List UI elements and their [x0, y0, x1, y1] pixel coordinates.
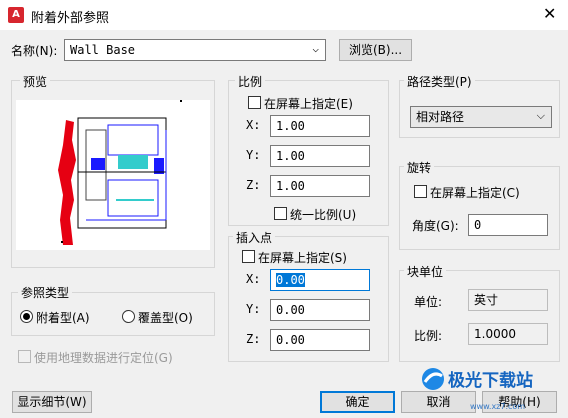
attach-radio[interactable] [20, 310, 33, 323]
drawing-preview-image [58, 100, 182, 245]
uniform-scale-label: 统一比例(U) [290, 208, 357, 222]
scale-label: 比例 [235, 73, 266, 90]
chevron-down-icon[interactable]: ⌵ [312, 42, 319, 56]
browse-button[interactable]: 浏览(B)... [339, 39, 412, 61]
rotation-label: 旋转 [404, 159, 435, 176]
scale-z-label: Z: [246, 178, 261, 192]
insertion-y-label: Y: [246, 302, 261, 316]
show-details-button[interactable]: 显示细节(W) [12, 391, 92, 413]
geo-location-checkbox[interactable] [18, 350, 31, 363]
unit-label: 单位: [414, 295, 443, 309]
overlay-radio[interactable] [122, 310, 135, 323]
scale-x-input[interactable]: 1.00 [270, 115, 370, 137]
rotation-onscreen-label: 在屏幕上指定(C) [430, 186, 520, 200]
path-type-label: 路径类型(P) [404, 73, 475, 90]
rotation-group [399, 166, 560, 250]
preview-label: 预览 [20, 73, 51, 90]
scale-y-input[interactable]: 1.00 [270, 145, 370, 167]
close-icon[interactable]: ✕ [543, 4, 556, 24]
insertion-x-value: 0.00 [276, 273, 305, 287]
path-type-combo[interactable]: 相对路径 ⌵ [410, 106, 552, 128]
uniform-scale-checkbox[interactable] [274, 207, 287, 220]
reference-type-label: 参照类型 [18, 284, 73, 301]
name-combo[interactable]: Wall Base ⌵ [64, 39, 326, 61]
angle-input[interactable]: 0 [468, 214, 548, 236]
scale-z-input[interactable]: 1.00 [270, 175, 370, 197]
insertion-z-label: Z: [246, 332, 261, 346]
factor-value: 1.0000 [468, 323, 548, 345]
window-title: 附着外部参照 [31, 11, 110, 26]
autocad-logo-icon: A [8, 7, 24, 23]
scale-onscreen-checkbox[interactable] [248, 96, 261, 109]
insertion-z-input[interactable]: 0.00 [270, 329, 370, 351]
preview-pane [16, 100, 210, 250]
watermark: 极光下载站 [418, 364, 568, 394]
insertion-y-input[interactable]: 0.00 [270, 299, 370, 321]
name-value: Wall Base [70, 43, 136, 57]
ok-button[interactable]: 确定 [320, 391, 395, 413]
rotation-onscreen-checkbox[interactable] [414, 185, 427, 198]
insertion-onscreen-label: 在屏幕上指定(S) [258, 251, 347, 265]
chevron-down-icon[interactable]: ⌵ [537, 109, 545, 123]
aurora-logo-icon [422, 368, 444, 390]
name-label: 名称(N): [11, 44, 58, 58]
block-unit-label: 块单位 [404, 263, 447, 280]
watermark-url: www.xz7.com [470, 402, 526, 411]
insertion-x-input[interactable]: 0.00 [270, 269, 370, 291]
geo-location-label: 使用地理数据进行定位(G) [34, 351, 173, 365]
watermark-text: 极光下载站 [448, 371, 533, 391]
cancel-button[interactable]: 取消 [401, 391, 476, 413]
scale-onscreen-label: 在屏幕上指定(E) [264, 97, 353, 111]
scale-x-label: X: [246, 118, 261, 132]
scale-y-label: Y: [246, 148, 261, 162]
block-unit-group [399, 270, 560, 362]
factor-label: 比例: [414, 329, 443, 343]
unit-value: 英寸 [468, 289, 548, 311]
angle-label: 角度(G): [412, 219, 459, 233]
attach-radio-label: 附着型(A) [36, 311, 90, 325]
insertion-label: 插入点 [233, 229, 276, 246]
path-type-value: 相对路径 [416, 110, 465, 124]
insertion-x-label: X: [246, 272, 261, 286]
overlay-radio-label: 覆盖型(O) [138, 311, 193, 325]
insertion-onscreen-checkbox[interactable] [242, 250, 255, 263]
